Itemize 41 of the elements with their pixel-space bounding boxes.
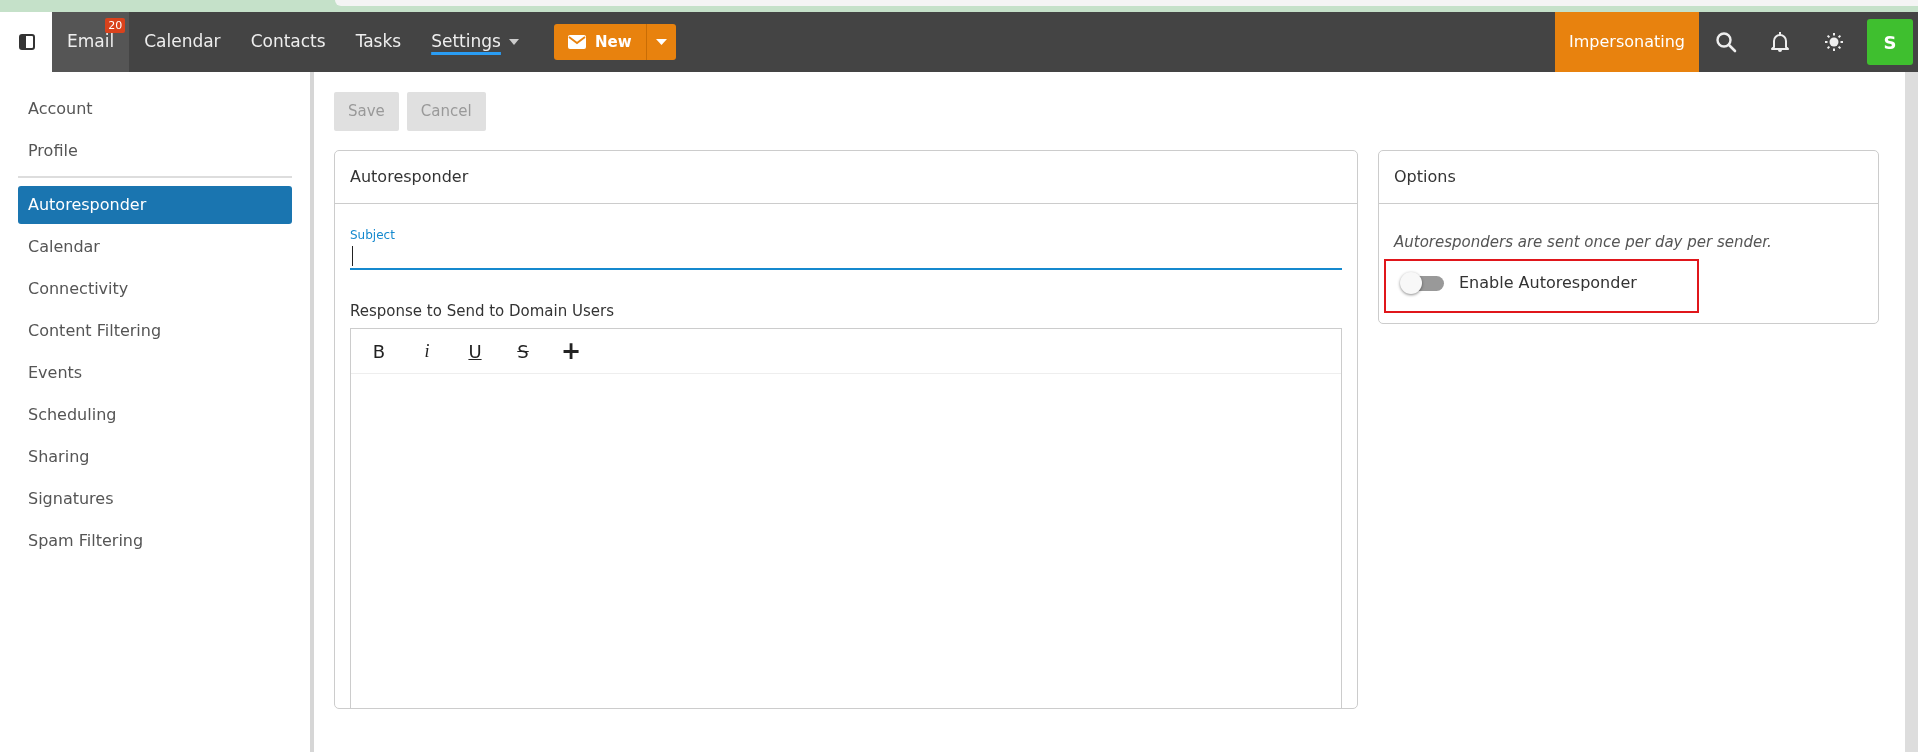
nav-tab[interactable]: Settings (416, 12, 534, 72)
sidebar-item[interactable]: Profile (18, 132, 292, 170)
help-text: Autoresponders are sent once per day per sender. (1394, 231, 1773, 253)
sidebar-item[interactable]: Autoresponder (18, 186, 292, 224)
nav-tab[interactable]: Calendar (129, 12, 236, 72)
nav-tab[interactable]: Tasks (340, 12, 417, 72)
sidebar-item[interactable]: Events (18, 354, 292, 392)
toggle-label: Enable Autoresponder (1459, 272, 1637, 294)
editor-area[interactable]: B i U S + (350, 328, 1342, 708)
sidebar-item[interactable]: Sharing (18, 438, 292, 476)
sidebar-item[interactable]: Connectivity (18, 270, 292, 308)
sidebar-item[interactable]: Spam Filtering (18, 522, 292, 560)
impersonating-banner: Impersonating (1555, 12, 1699, 72)
sidebar-toggle-icon[interactable] (19, 34, 35, 50)
bold-button[interactable]: B (355, 335, 403, 367)
scrollbar[interactable] (1905, 72, 1918, 752)
sun-icon[interactable] (1824, 32, 1844, 52)
caret-icon (508, 39, 519, 45)
sidebar-item[interactable]: Account (18, 90, 292, 128)
bell-icon[interactable] (1771, 32, 1789, 52)
sidebar-item[interactable]: Calendar (18, 228, 292, 266)
caret-icon (655, 39, 667, 45)
mail-icon (567, 35, 586, 49)
sidebar-item[interactable]: Signatures (18, 480, 292, 518)
sidebar-item[interactable]: Scheduling (18, 396, 292, 434)
nav-tab[interactable]: Email 20 (52, 12, 130, 72)
sidebar-item[interactable]: Content Filtering (18, 312, 292, 350)
toggle-switch[interactable] (1400, 272, 1444, 294)
strikethrough-button[interactable]: S (499, 335, 547, 367)
search-icon[interactable] (1715, 31, 1737, 53)
underline-button[interactable]: U (451, 335, 499, 367)
card-title: Options (1379, 150, 1878, 204)
card-title: Autoresponder (335, 150, 1357, 204)
count-badge: 20 (105, 18, 126, 34)
italic-button[interactable]: i (403, 335, 451, 367)
dropdown-button[interactable] (645, 23, 676, 61)
field-label: Subject (350, 226, 396, 244)
text-cursor (352, 245, 353, 266)
field-label: Response to Send to Domain Users (350, 300, 615, 322)
insert-button[interactable]: + (547, 335, 595, 367)
nav-tab[interactable]: Contacts (235, 12, 341, 72)
